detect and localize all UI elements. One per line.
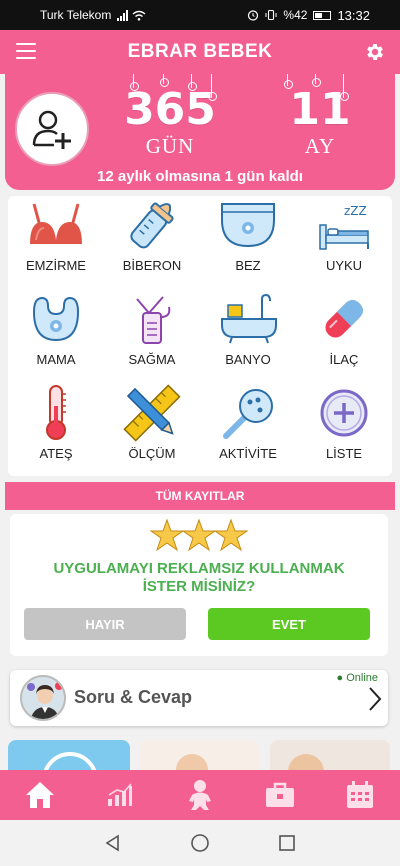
- activity-label: İLAÇ: [329, 352, 359, 367]
- system-nav-bar: [0, 820, 400, 866]
- gear-icon[interactable]: [364, 41, 386, 63]
- activity-label: BEZ: [235, 258, 261, 273]
- back-icon[interactable]: [104, 834, 122, 852]
- nav-calendar[interactable]: [320, 770, 400, 820]
- nav-home[interactable]: [0, 770, 80, 820]
- activity-label: MAMA: [36, 352, 76, 367]
- activity-emzirme[interactable]: EMZİRME: [8, 196, 104, 288]
- content-thumbnail[interactable]: [140, 740, 260, 770]
- activity-label: AKTİVİTE: [219, 446, 277, 461]
- remaining-text: 12 aylık olmasına 1 gün kaldı: [97, 168, 303, 185]
- wifi-icon: [132, 10, 146, 21]
- page-title: EBRAR BEBEK: [127, 41, 273, 62]
- activity-label: BİBERON: [122, 258, 182, 273]
- bib-icon: [32, 296, 80, 342]
- nav-baby[interactable]: [160, 770, 240, 820]
- content-thumbnail[interactable]: [8, 740, 130, 770]
- pill-icon: [325, 299, 364, 338]
- alarm-icon: [248, 10, 259, 21]
- expert-avatar: [20, 675, 66, 721]
- activity-label: LİSTE: [325, 446, 363, 461]
- months-value: 11: [289, 84, 351, 135]
- activity-olcum[interactable]: ÖLÇÜM: [104, 384, 200, 476]
- activity-label: UYKU: [325, 258, 363, 273]
- activity-ilac[interactable]: İLAÇ: [296, 290, 392, 382]
- yes-button[interactable]: EVET: [208, 608, 370, 640]
- no-button[interactable]: HAYIR: [24, 608, 186, 640]
- ad-free-prompt: UYGULAMAYI REKLAMSIZ KULLANMAK İSTER MİS…: [10, 514, 388, 656]
- stars-icon: [10, 518, 388, 559]
- days-value: 365: [124, 84, 216, 135]
- add-circle-icon: [320, 389, 368, 437]
- nav-toolbox[interactable]: [240, 770, 320, 820]
- qa-label: Soru & Cevap: [74, 687, 193, 707]
- nav-stats[interactable]: [80, 770, 160, 820]
- activity-banyo[interactable]: BANYO: [200, 290, 296, 382]
- home-circle-icon[interactable]: [190, 833, 210, 853]
- bra-icon: [30, 203, 82, 244]
- chevron-right-icon: [369, 687, 382, 711]
- online-status: ● Online: [336, 672, 379, 684]
- vibrate-icon: [265, 9, 277, 21]
- app-header: EBRAR BEBEK: [0, 30, 400, 74]
- ruler-pencil-icon: [123, 384, 181, 442]
- status-bar: Turk Telekom %42 13:32: [0, 0, 400, 30]
- ad-free-question: UYGULAMAYI REKLAMSIZ KULLANMAK İSTER MİS…: [53, 560, 345, 595]
- months-counter: 11 AY: [275, 88, 365, 159]
- activity-biberon[interactable]: BİBERON: [104, 196, 200, 288]
- chart-icon: [108, 783, 132, 806]
- toolbox-icon: [266, 782, 294, 807]
- add-person-icon[interactable]: [15, 92, 89, 166]
- baby-bottle-icon: [130, 202, 174, 249]
- bathtub-icon: [221, 293, 277, 344]
- activity-aktivite[interactable]: AKTİVİTE: [200, 384, 296, 476]
- activity-liste[interactable]: LİSTE: [296, 384, 392, 476]
- activity-sagma[interactable]: SAĞMA: [104, 290, 200, 382]
- activity-grid: EMZİRME BİBERON BEZ zZZ UYKU MAMA SAĞMA …: [8, 196, 392, 476]
- breast-pump-icon: [136, 296, 171, 344]
- activity-ates[interactable]: ATEŞ: [8, 384, 104, 476]
- sleep-bed-icon: zZZ: [319, 204, 369, 250]
- bottom-nav: [0, 770, 400, 820]
- battery-percent: %42: [283, 8, 308, 22]
- activity-mama[interactable]: MAMA: [8, 290, 104, 382]
- activity-label: BANYO: [225, 352, 271, 367]
- menu-icon[interactable]: [16, 43, 36, 59]
- carrier-name: Turk Telekom: [40, 8, 112, 22]
- activity-label: ATEŞ: [39, 446, 73, 461]
- activity-label: SAĞMA: [128, 352, 176, 367]
- content-thumbnail[interactable]: [270, 740, 390, 770]
- days-counter: 365 GÜN: [115, 88, 225, 159]
- recents-icon[interactable]: [278, 834, 296, 852]
- diaper-icon: [221, 203, 275, 248]
- calendar-icon: [347, 781, 373, 808]
- days-label: GÜN: [145, 134, 195, 158]
- svg-text:zZZ: zZZ: [344, 204, 367, 218]
- activity-uyku[interactable]: zZZ UYKU: [296, 196, 392, 288]
- thermometer-icon: [46, 385, 66, 440]
- activity-label: EMZİRME: [26, 258, 86, 273]
- qa-card[interactable]: Soru & Cevap ● Online: [10, 670, 388, 726]
- baby-icon: [189, 780, 211, 810]
- all-records-button[interactable]: TÜM KAYITLAR: [5, 482, 395, 510]
- age-hero: 365 GÜN 11 AY 12 aylık olmasına 1 gün ka…: [5, 74, 395, 190]
- home-icon: [26, 782, 54, 808]
- clock: 13:32: [337, 7, 370, 23]
- months-label: AY: [304, 134, 336, 158]
- activity-label: ÖLÇÜM: [128, 446, 176, 461]
- rattle-icon: [223, 389, 273, 439]
- battery-icon: [313, 10, 332, 20]
- signal-icon: [117, 9, 129, 21]
- activity-bez[interactable]: BEZ: [200, 196, 296, 288]
